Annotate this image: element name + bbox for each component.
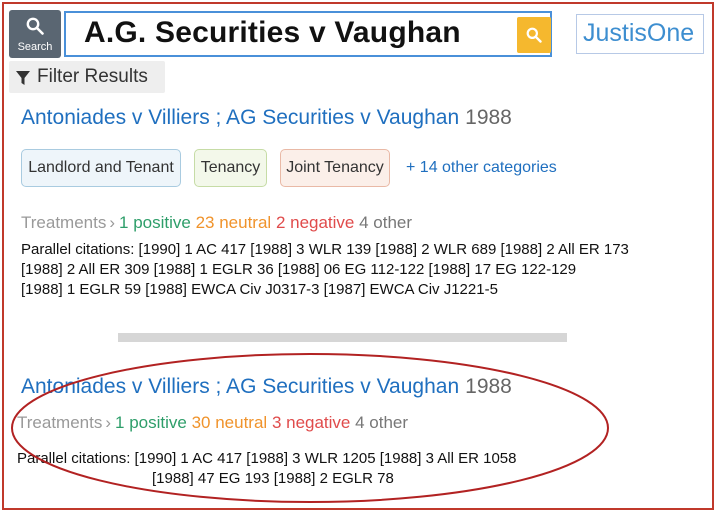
- results-divider: [118, 333, 567, 342]
- justisone-logo[interactable]: JustisOne: [576, 14, 704, 54]
- citation-line: [1988] 1 EGLR 59 [1988] EWCA Civ J0317-3…: [21, 281, 498, 298]
- filter-icon: [16, 71, 30, 85]
- search-button[interactable]: Search: [9, 10, 61, 58]
- result-2-treatments[interactable]: Treatments › 1 positive 30 neutral 3 negat…: [17, 413, 408, 433]
- treatments-label: Treatments: [17, 413, 103, 432]
- citation-line: [1988] 2 All ER 309 [1988] 1 EGLR 36 [19…: [21, 261, 577, 278]
- citation-line: Parallel citations: [1990] 1 AC 417 [198…: [17, 450, 517, 467]
- search-icon: [26, 17, 44, 35]
- citation-line: Parallel citations: [1990] 1 AC 417 [198…: [21, 241, 629, 258]
- category-chip-landlord-and-tenant[interactable]: Landlord and Tenant: [21, 149, 181, 187]
- citation-line: [1988] 47 EG 193 [1988] 2 EGLR 78: [152, 470, 394, 487]
- treatments-neutral: 23 neutral: [195, 213, 272, 232]
- search-submit-button[interactable]: [517, 17, 551, 53]
- search-query-text: A.G. Securities v Vaughan: [84, 16, 461, 49]
- filter-results-label: Filter Results: [37, 66, 148, 87]
- filter-results-button[interactable]: Filter Results: [9, 61, 165, 93]
- treatments-negative: 3 negative: [271, 413, 351, 432]
- treatments-other: 4 other: [355, 413, 409, 432]
- treatments-positive: 1 positive: [119, 213, 191, 232]
- result-2-citations: Parallel citations: [1990] 1 AC 417 [198…: [17, 449, 517, 489]
- chevron-right-icon: ›: [105, 413, 112, 432]
- search-button-label: Search: [17, 41, 53, 53]
- category-chip-joint-tenancy[interactable]: Joint Tenancy: [280, 149, 390, 187]
- chevron-right-icon: ›: [109, 213, 116, 232]
- result-1-treatments[interactable]: Treatments › 1 positive 23 neutral 2 negat…: [21, 213, 412, 233]
- search-icon: [526, 27, 542, 43]
- result-1-title: Antoniades v Villiers ; AG Securities v …: [21, 106, 512, 130]
- result-1-citations: Parallel citations: [1990] 1 AC 417 [198…: [21, 240, 629, 300]
- result-2-year: 1988: [465, 375, 512, 398]
- treatments-other: 4 other: [359, 213, 413, 232]
- result-1-title-link[interactable]: Antoniades v Villiers ; AG Securities v …: [21, 106, 459, 129]
- result-1-year: 1988: [465, 106, 512, 129]
- result-2-title: Antoniades v Villiers ; AG Securities v …: [21, 375, 512, 399]
- search-input[interactable]: A.G. Securities v Vaughan: [64, 11, 552, 57]
- treatments-label: Treatments: [21, 213, 107, 232]
- result-2-title-link[interactable]: Antoniades v Villiers ; AG Securities v …: [21, 375, 459, 398]
- category-chip-tenancy[interactable]: Tenancy: [194, 149, 267, 187]
- treatments-positive: 1 positive: [115, 413, 187, 432]
- logo-text: JustisOne: [583, 19, 695, 47]
- treatments-negative: 2 negative: [275, 213, 355, 232]
- treatments-neutral: 30 neutral: [191, 413, 268, 432]
- more-categories-link[interactable]: + 14 other categories: [406, 159, 557, 177]
